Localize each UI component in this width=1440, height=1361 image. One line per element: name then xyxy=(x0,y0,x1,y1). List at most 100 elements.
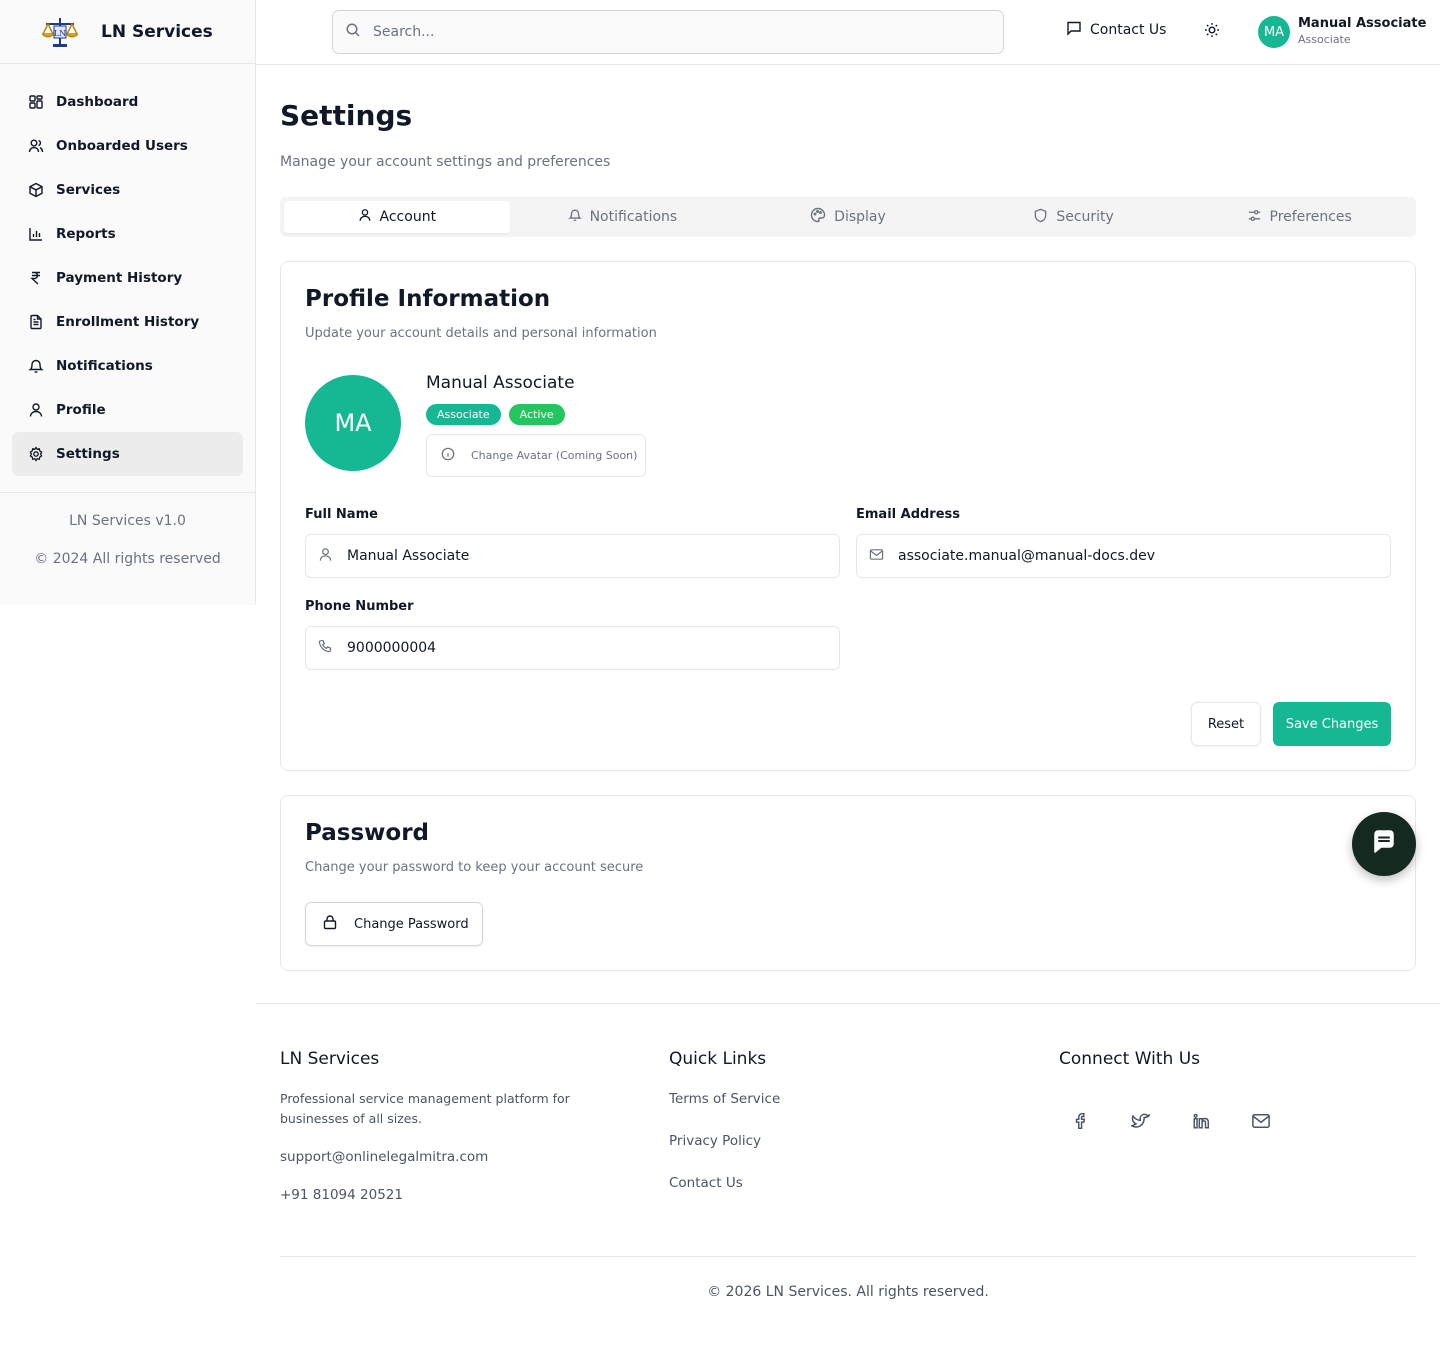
tab-security[interactable]: Security xyxy=(961,201,1187,233)
bell-icon xyxy=(28,358,44,374)
footer-brand-desc: Professional service management platform… xyxy=(280,1091,570,1126)
sidebar-item-label: Payment History xyxy=(56,270,183,286)
tab-label: Display xyxy=(834,209,886,225)
footer-link-privacy[interactable]: Privacy Policy xyxy=(669,1133,780,1149)
tab-label: Account xyxy=(379,209,437,225)
avatar: MA xyxy=(1258,16,1290,48)
sidebar-item-dashboard[interactable]: Dashboard xyxy=(12,80,243,124)
user-menu[interactable]: MA Manual Associate Associate xyxy=(1258,16,1426,48)
rupee-icon xyxy=(28,270,44,286)
facebook-icon[interactable] xyxy=(1059,1099,1103,1143)
file-text-icon xyxy=(28,314,44,330)
footer-divider xyxy=(280,1256,1416,1257)
change-avatar-button[interactable]: Change Avatar (Coming Soon) xyxy=(426,434,646,477)
tab-label: Notifications xyxy=(589,209,678,225)
sidebar-item-payment-history[interactable]: Payment History xyxy=(12,256,243,300)
sidebar-item-notifications[interactable]: Notifications xyxy=(12,344,243,388)
sidebar-item-label: Services xyxy=(56,182,121,198)
topbar: Contact Us MA Manual Associate Associate xyxy=(256,0,1440,65)
sidebar-item-label: Notifications xyxy=(56,358,153,374)
page-title: Settings xyxy=(280,99,413,132)
footer-connect-title: Connect With Us xyxy=(1059,1049,1200,1069)
twitter-icon[interactable] xyxy=(1119,1099,1163,1143)
email-field[interactable] xyxy=(856,534,1391,578)
brand[interactable]: LN LN Services xyxy=(0,0,255,64)
search-input[interactable] xyxy=(373,24,973,40)
palette-icon xyxy=(810,207,834,227)
save-changes-button[interactable]: Save Changes xyxy=(1273,702,1391,746)
linkedin-icon[interactable] xyxy=(1179,1099,1223,1143)
profile-card: Profile Information Update your account … xyxy=(280,261,1416,771)
footer-links-col: Quick Links Terms of Service Privacy Pol… xyxy=(669,1049,780,1191)
sidebar-footer: LN Services v1.0 © 2024 All rights reser… xyxy=(0,513,255,567)
sidebar-item-label: Enrollment History xyxy=(56,314,200,330)
footer-email[interactable]: support@onlinelegalmitra.com xyxy=(280,1149,640,1165)
phone-icon xyxy=(318,639,333,658)
password-card-subtitle: Change your password to keep your accoun… xyxy=(305,860,644,875)
profile-avatar: MA xyxy=(305,375,401,471)
email-input[interactable] xyxy=(898,548,1378,564)
sidebar-item-onboarded-users[interactable]: Onboarded Users xyxy=(12,124,243,168)
footer-brand-col: LN Services Professional service managem… xyxy=(280,1049,640,1203)
password-card-title: Password xyxy=(305,820,429,846)
profile-badges: Associate Active xyxy=(426,404,573,425)
change-password-button[interactable]: Change Password xyxy=(305,902,483,946)
search-box[interactable] xyxy=(332,10,1004,54)
sidebar-item-label: Profile xyxy=(56,402,106,418)
sidebar-item-enrollment-history[interactable]: Enrollment History xyxy=(12,300,243,344)
footer: LN Services Professional service managem… xyxy=(256,1003,1440,1361)
phone-field[interactable] xyxy=(305,626,840,670)
sidebar-item-label: Dashboard xyxy=(56,94,139,110)
sidebar-item-services[interactable]: Services xyxy=(12,168,243,212)
sidebar-item-label: Reports xyxy=(56,226,116,242)
user-role: Associate xyxy=(1298,33,1351,46)
sidebar-item-label: Settings xyxy=(56,446,120,462)
package-icon xyxy=(28,182,44,198)
sidebar-item-reports[interactable]: Reports xyxy=(12,212,243,256)
reset-button[interactable]: Reset xyxy=(1191,702,1261,746)
tab-label: Preferences xyxy=(1269,209,1352,225)
status-badge: Active xyxy=(508,404,565,425)
user-name: Manual Associate xyxy=(1298,16,1427,31)
phone-input[interactable] xyxy=(347,640,827,656)
footer-brand-title: LN Services xyxy=(280,1049,380,1069)
tab-label: Security xyxy=(1056,209,1114,225)
mail-icon[interactable] xyxy=(1239,1099,1283,1143)
chat-bubble-icon xyxy=(1370,828,1398,860)
change-avatar-label: Change Avatar (Coming Soon) xyxy=(471,449,638,462)
email-label: Email Address xyxy=(856,507,961,522)
sidebar-item-settings[interactable]: Settings xyxy=(12,432,243,476)
mail-icon xyxy=(869,547,884,566)
tab-account[interactable]: Account xyxy=(284,201,510,233)
gear-icon xyxy=(28,446,44,462)
sliders-icon xyxy=(1247,208,1270,227)
tab-preferences[interactable]: Preferences xyxy=(1186,201,1412,233)
footer-copyright: © 2026 LN Services. All rights reserved. xyxy=(707,1284,989,1300)
sidebar-item-profile[interactable]: Profile xyxy=(12,388,243,432)
contact-us-label: Contact Us xyxy=(1090,22,1167,38)
footer-links-title: Quick Links xyxy=(669,1049,767,1069)
contact-us-button[interactable]: Contact Us xyxy=(1066,20,1166,40)
sidebar: LN LN Services Dashboard Onboarded Users… xyxy=(0,0,256,605)
footer-phone[interactable]: +91 81094 20521 xyxy=(280,1187,640,1203)
sidebar-nav: Dashboard Onboarded Users Services Repor… xyxy=(0,64,255,493)
role-badge: Associate xyxy=(426,404,501,425)
svg-text:LN: LN xyxy=(54,29,66,38)
dashboard-icon xyxy=(28,94,44,110)
tab-display[interactable]: Display xyxy=(735,201,961,233)
profile-card-subtitle: Update your account details and personal… xyxy=(305,326,657,341)
tab-notifications[interactable]: Notifications xyxy=(510,201,736,233)
sidebar-item-label: Onboarded Users xyxy=(56,138,188,154)
footer-link-terms[interactable]: Terms of Service xyxy=(669,1091,780,1107)
footer-connect-col: Connect With Us xyxy=(1059,1049,1299,1143)
user-icon xyxy=(358,208,380,226)
chat-button[interactable] xyxy=(1352,812,1416,876)
footer-link-contact[interactable]: Contact Us xyxy=(669,1175,780,1191)
full-name-input[interactable] xyxy=(347,548,827,564)
info-icon xyxy=(441,447,471,464)
bar-chart-icon xyxy=(28,226,44,242)
phone-label: Phone Number xyxy=(305,599,414,614)
theme-toggle-button[interactable] xyxy=(1202,22,1222,42)
full-name-field[interactable] xyxy=(305,534,840,578)
sidebar-copyright: © 2024 All rights reserved xyxy=(34,551,221,567)
